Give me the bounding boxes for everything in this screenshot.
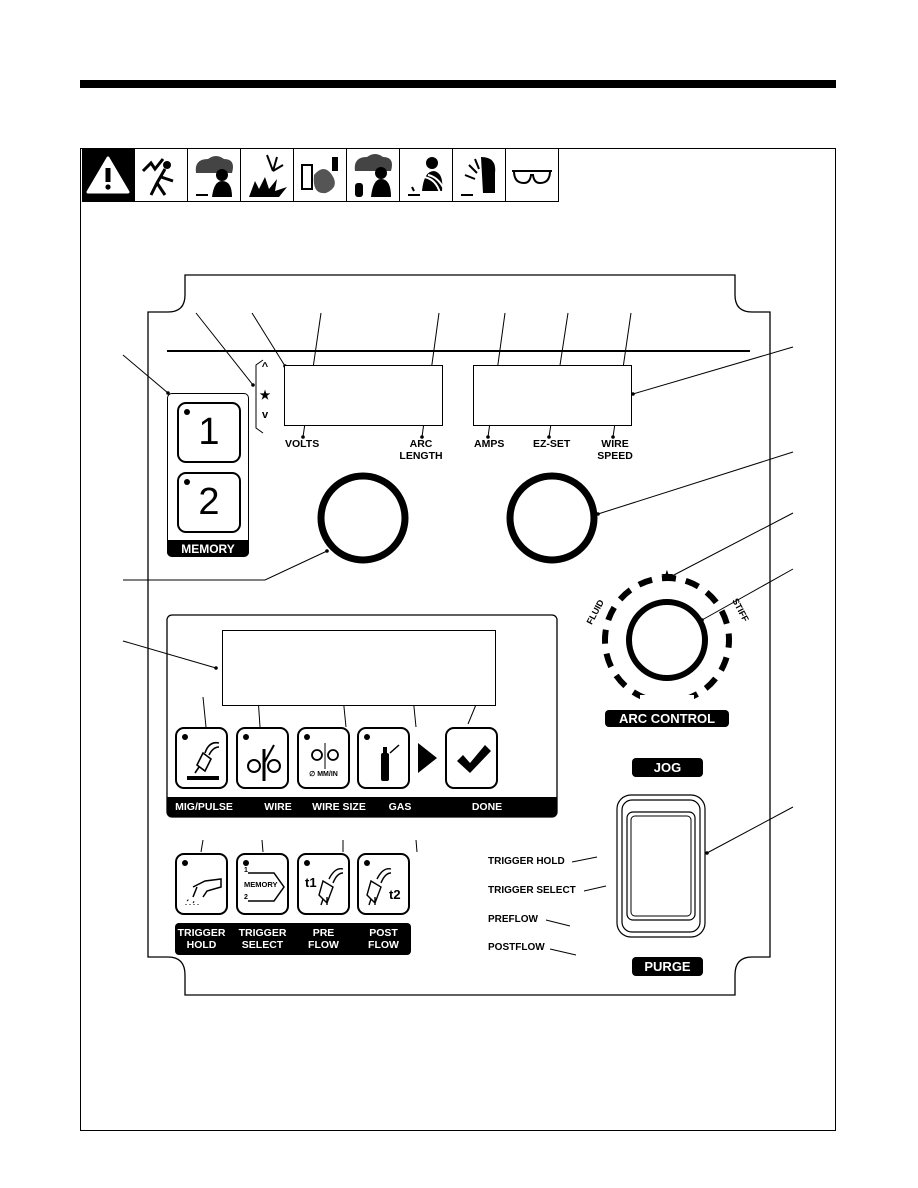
arc-control-knob (626, 599, 708, 681)
next-arrow-icon (418, 743, 437, 773)
gas-cylinder-icon (381, 744, 400, 781)
trigger-hold-button[interactable] (175, 853, 228, 915)
led-indicator (243, 860, 249, 866)
wire-size-units: ∅ MM/IN (309, 771, 338, 778)
mig-pulse-button[interactable] (175, 727, 228, 789)
wire-speed-label: WIRE SPEED (595, 438, 635, 462)
star-indicator-icon: ★ (259, 388, 271, 402)
wire-speed-line1: WIRE (601, 438, 629, 450)
preflow-icon (318, 868, 344, 906)
setup-label-strip: MIG/PULSE WIRE WIRE SIZE GAS DONE (167, 797, 557, 817)
label-line: TRIGGER (238, 927, 287, 939)
led-indicator (184, 479, 190, 485)
arc-control-label: ARC CONTROL (605, 710, 729, 727)
jog-purge-rocker-switch[interactable] (617, 795, 705, 937)
trigger-label-strip: TRIGGER HOLD TRIGGER SELECT PRE FLOW POST FL… (175, 923, 411, 955)
amps-label: AMPS (474, 438, 505, 450)
preflow-button[interactable]: t1 (297, 853, 350, 915)
memory-label: MEMORY (167, 540, 249, 557)
led-indicator (304, 860, 310, 866)
wire-size-button[interactable]: ∅ MM/IN (297, 727, 350, 789)
side-label-preflow: PREFLOW (488, 914, 538, 925)
amps-display (473, 365, 632, 426)
trigger-select-2: 2 (244, 894, 248, 901)
trigger-select-button[interactable]: 1 MEMORY 2 (236, 853, 289, 915)
checkmark-icon (457, 745, 491, 773)
side-label-postflow: POSTFLOW (488, 942, 545, 953)
side-label-trigger-select: TRIGGER SELECT (488, 885, 576, 896)
memory-1-label: 1 (198, 411, 220, 453)
postflow-label: POST FLOW (357, 927, 410, 951)
wire-size-label: WIRE SIZE (312, 801, 366, 813)
preflow-label: PRE FLOW (297, 927, 350, 951)
purge-label: PURGE (632, 957, 703, 976)
wire-label: WIRE (264, 801, 292, 813)
gas-button[interactable] (357, 727, 410, 789)
side-label-trigger-hold: TRIGGER HOLD (488, 856, 565, 867)
label-line: PRE (312, 927, 335, 939)
arc-length-line2: LENGTH (399, 450, 443, 462)
led-indicator (184, 409, 190, 415)
arc-length-line1: ARC (409, 438, 433, 450)
arc-control-star-icon: ★ (661, 568, 673, 583)
wire-spool-icon (247, 744, 281, 781)
down-indicator-icon: v (261, 409, 269, 421)
done-button[interactable] (445, 727, 498, 789)
gas-label: GAS (388, 801, 412, 813)
trigger-hold-label: TRIGGER HOLD (175, 927, 228, 951)
wire-size-icon (311, 743, 339, 769)
memory-2-button[interactable]: 2 (177, 472, 241, 533)
trigger-select-label: TRIGGER SELECT (236, 927, 289, 951)
postflow-button[interactable]: t2 (357, 853, 410, 915)
memory-2-label: 2 (198, 481, 220, 523)
trigger-select-memory: MEMORY (244, 880, 278, 889)
mig-gun-icon (187, 741, 220, 780)
label-line: FLOW (308, 939, 339, 951)
ez-set-label: EZ-SET (533, 438, 571, 450)
voltage-knob (317, 472, 409, 564)
label-line: TRIGGER (177, 927, 226, 939)
jog-label: JOG (632, 758, 703, 777)
setup-display (222, 630, 496, 706)
label-line: FLOW (368, 939, 399, 951)
volts-label: VOLTS (285, 438, 320, 450)
mig-pulse-label: MIG/PULSE (175, 801, 233, 813)
trigger-hold-icon (185, 878, 222, 905)
panel-drawing (122, 274, 794, 996)
trigger-select-1: 1 (244, 867, 248, 874)
up-indicator-icon: ^ (261, 361, 269, 373)
wire-speed-line2: SPEED (597, 450, 633, 462)
label-line: HOLD (186, 939, 217, 951)
memory-1-button[interactable]: 1 (177, 402, 241, 463)
volts-display (284, 365, 443, 426)
preflow-t1: t1 (305, 875, 317, 890)
done-label: DONE (471, 801, 503, 813)
postflow-t2: t2 (389, 887, 401, 902)
label-line: POST (369, 927, 398, 939)
postflow-icon (366, 868, 392, 906)
wire-speed-knob (506, 472, 598, 564)
arc-length-label: ARC LENGTH (396, 438, 446, 462)
label-line: SELECT (241, 939, 284, 951)
wire-button[interactable] (236, 727, 289, 789)
